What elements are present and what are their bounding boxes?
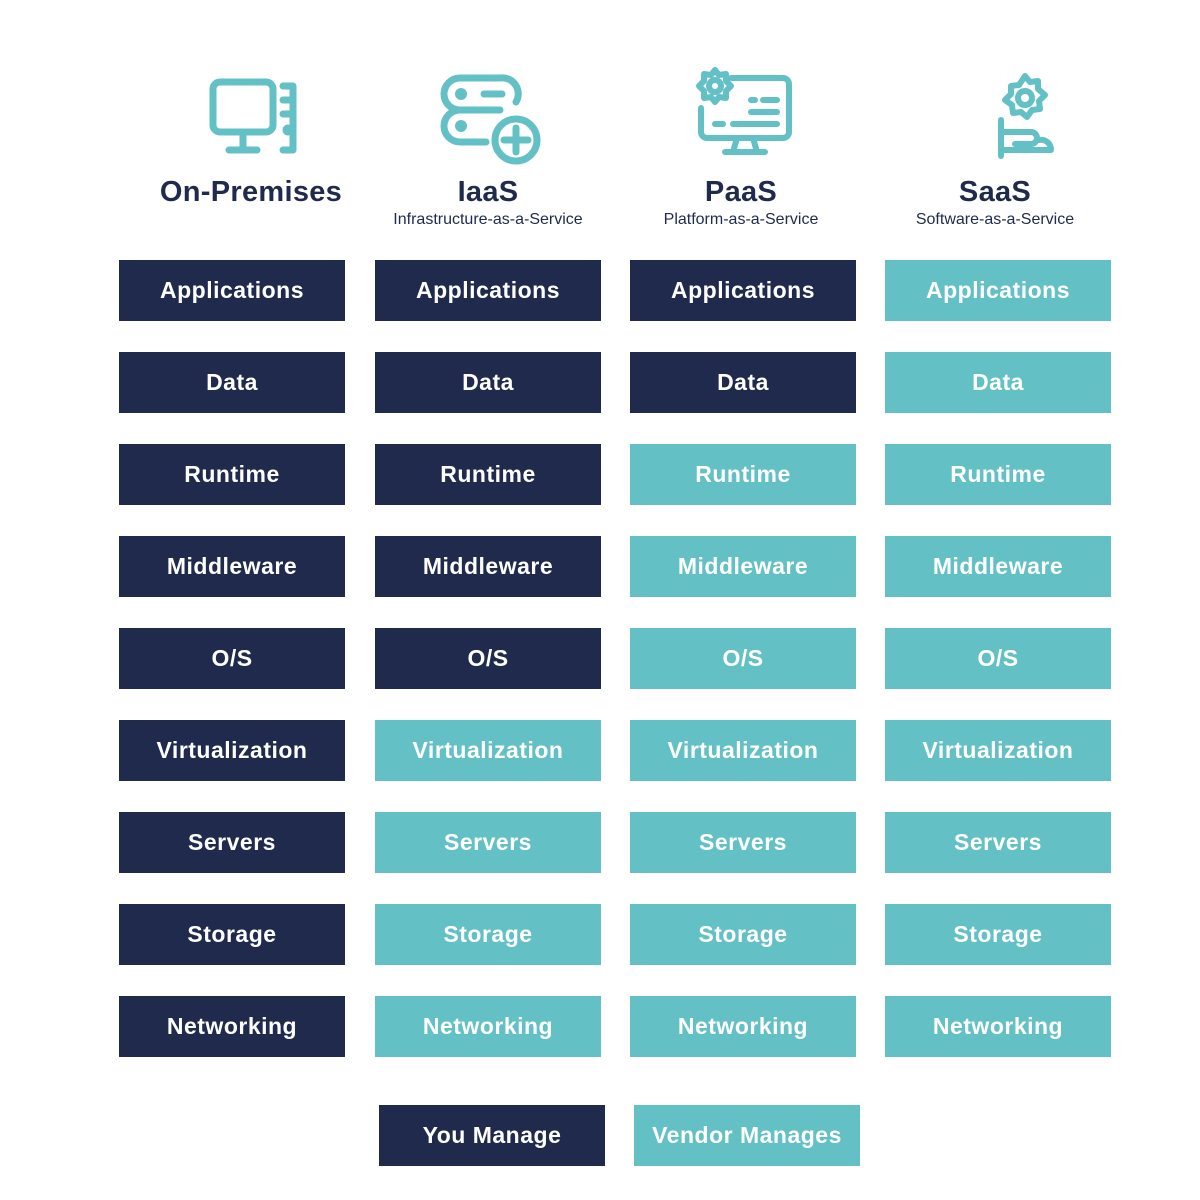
layer-cell-networking: Networking (885, 996, 1111, 1057)
layer-cell-runtime: Runtime (119, 444, 345, 505)
layer-cell-data: Data (630, 352, 856, 413)
layer-cell-applications: Applications (630, 260, 856, 321)
layer-cell-middleware: Middleware (885, 536, 1111, 597)
layer-cell-o-s: O/S (375, 628, 601, 689)
layer-cell-applications: Applications (885, 260, 1111, 321)
layer-cell-networking: Networking (119, 996, 345, 1057)
layer-cell-data: Data (375, 352, 601, 413)
layer-cell-data: Data (885, 352, 1111, 413)
layer-cell-networking: Networking (375, 996, 601, 1057)
layer-cell-servers: Servers (119, 812, 345, 873)
column-header-iaas: IaaS Infrastructure-as-a-Service (358, 60, 618, 230)
layer-cell-middleware: Middleware (119, 536, 345, 597)
layer-cell-data: Data (119, 352, 345, 413)
column-title: PaaS (704, 176, 778, 208)
layer-cell-virtualization: Virtualization (630, 720, 856, 781)
layer-cell-storage: Storage (630, 904, 856, 965)
layer-cell-networking: Networking (630, 996, 856, 1057)
layer-cell-middleware: Middleware (630, 536, 856, 597)
layer-cell-virtualization: Virtualization (119, 720, 345, 781)
layer-cell-o-s: O/S (119, 628, 345, 689)
layer-cell-o-s: O/S (885, 628, 1111, 689)
column-subtitle: Platform-as-a-Service (663, 211, 819, 228)
layer-cell-runtime: Runtime (375, 444, 601, 505)
legend-vendor-manages: Vendor Manages (634, 1105, 860, 1166)
layer-cell-middleware: Middleware (375, 536, 601, 597)
server-add-icon (440, 74, 541, 165)
layer-cell-runtime: Runtime (630, 444, 856, 505)
hand-gear-icon (998, 73, 1054, 159)
layer-cell-servers: Servers (630, 812, 856, 873)
desktop-computer-icon (209, 78, 297, 154)
column-header-on-premises: On-Premises (121, 60, 381, 210)
legend-you-manage: You Manage (379, 1105, 605, 1166)
layer-cell-applications: Applications (375, 260, 601, 321)
column-header-paas: PaaS Platform-as-a-Service (611, 60, 871, 230)
column-title: SaaS (958, 176, 1032, 208)
layer-cell-storage: Storage (119, 904, 345, 965)
layer-cell-storage: Storage (375, 904, 601, 965)
layer-cell-o-s: O/S (630, 628, 856, 689)
column-subtitle: Software-as-a-Service (915, 211, 1075, 228)
monitor-gear-icon (696, 67, 792, 155)
layer-cell-servers: Servers (375, 812, 601, 873)
layer-cell-virtualization: Virtualization (375, 720, 601, 781)
layer-cell-servers: Servers (885, 812, 1111, 873)
layer-cell-storage: Storage (885, 904, 1111, 965)
column-title: On-Premises (159, 176, 343, 208)
layer-cell-applications: Applications (119, 260, 345, 321)
layer-cell-virtualization: Virtualization (885, 720, 1111, 781)
column-header-saas: SaaS Software-as-a-Service (865, 60, 1125, 230)
layer-cell-runtime: Runtime (885, 444, 1111, 505)
column-subtitle: Infrastructure-as-a-Service (393, 211, 583, 228)
column-title: IaaS (457, 176, 519, 208)
